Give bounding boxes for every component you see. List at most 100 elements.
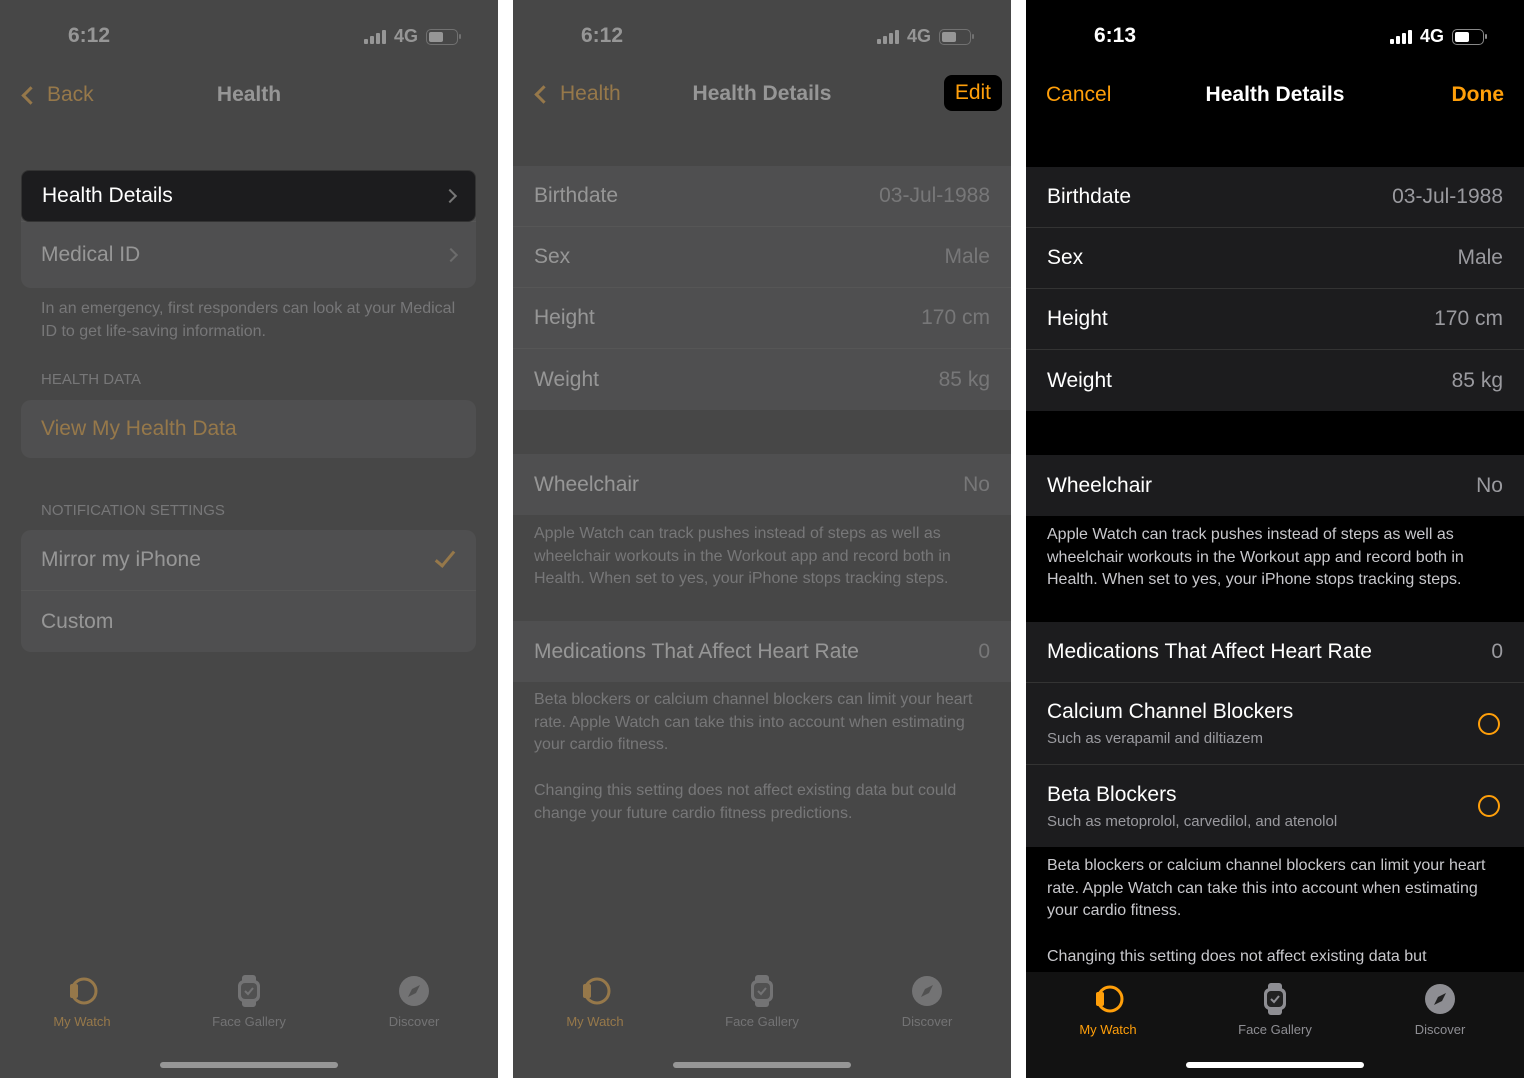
battery-icon xyxy=(426,28,461,45)
row-label: Birthdate xyxy=(1047,185,1132,208)
row-value: 85 kg xyxy=(1451,368,1503,392)
row-label: Wheelchair xyxy=(534,472,640,496)
watch-face-icon xyxy=(702,974,822,1008)
row-wheelchair[interactable]: Wheelchair No xyxy=(513,454,1011,515)
status-icons: 4G xyxy=(876,26,974,47)
notification-group: Mirror my iPhone Custom xyxy=(21,530,476,652)
medications-footer-note: Changing this setting does not affect ex… xyxy=(1047,948,1427,965)
details-group: Birthdate 03-Jul-1988 Sex Male Height 170 c… xyxy=(513,166,1011,410)
radio-circle-icon[interactable] xyxy=(1478,713,1500,735)
row-sex[interactable]: Sex Male xyxy=(1026,228,1524,289)
network-label: 4G xyxy=(1419,26,1444,46)
row-weight[interactable]: Weight 85 kg xyxy=(1026,350,1524,411)
tab-label: My Watch xyxy=(1079,1022,1137,1037)
option-mirror-iphone[interactable]: Mirror my iPhone xyxy=(21,530,476,591)
tab-label: Discover xyxy=(1414,1022,1466,1037)
row-label: Sex xyxy=(1047,246,1084,269)
signal-icon xyxy=(876,29,899,44)
status-icons: 4G xyxy=(1389,26,1487,47)
medications-group: Medications That Affect Heart Rate 0 xyxy=(513,621,1011,682)
row-height[interactable]: Height 170 cm xyxy=(513,288,1011,349)
watch-face-icon xyxy=(1215,982,1335,1016)
row-label: Medications That Affect Heart Rate xyxy=(534,639,859,663)
chevron-right-icon xyxy=(442,188,458,204)
row-birthdate[interactable]: Birthdate 03-Jul-1988 xyxy=(1026,167,1524,228)
nav-bar: Back Health xyxy=(0,76,498,116)
row-medications[interactable]: Medications That Affect Heart Rate 0 xyxy=(513,621,1011,682)
row-label: Weight xyxy=(534,367,599,391)
row-value: 0 xyxy=(978,639,990,663)
page-title: Health Details xyxy=(1205,83,1345,106)
row-medical-id[interactable]: Medical ID xyxy=(21,222,476,288)
section-header-notifications: NOTIFICATION SETTINGS xyxy=(41,502,225,519)
row-value: No xyxy=(1476,473,1503,497)
row-label: Medical ID xyxy=(41,243,141,266)
tab-my-watch[interactable]: My Watch xyxy=(1048,982,1168,1037)
row-weight[interactable]: Weight 85 kg xyxy=(513,349,1011,410)
battery-icon xyxy=(1452,28,1487,45)
screen-health-details: 6:12 4G Health Health Details Edit Birth… xyxy=(513,0,1011,1078)
tab-face-gallery[interactable]: Face Gallery xyxy=(189,974,309,1029)
network-label: 4G xyxy=(393,26,418,46)
row-label: Wheelchair xyxy=(1047,473,1153,497)
edit-button[interactable]: Edit xyxy=(943,75,1002,111)
compass-icon xyxy=(354,974,474,1008)
tab-face-gallery[interactable]: Face Gallery xyxy=(702,974,822,1029)
tab-my-watch[interactable]: My Watch xyxy=(535,974,655,1029)
tab-bar: My Watch Face Gallery Discover xyxy=(0,972,498,1078)
row-medications[interactable]: Medications That Affect Heart Rate 0 xyxy=(1026,622,1524,683)
tab-my-watch[interactable]: My Watch xyxy=(22,974,142,1029)
section-header-health-data: HEALTH DATA xyxy=(41,371,142,388)
compass-icon xyxy=(867,974,987,1008)
wheelchair-footer: Apple Watch can track pushes instead of … xyxy=(1047,526,1464,588)
medications-footer-note: Changing this setting does not affect ex… xyxy=(534,782,957,822)
page-title: Health xyxy=(216,83,282,106)
wheelchair-group: Wheelchair No xyxy=(1026,455,1524,516)
medications-group: Medications That Affect Heart Rate 0 Calc… xyxy=(1026,622,1524,847)
compass-icon xyxy=(1380,982,1500,1016)
tab-discover[interactable]: Discover xyxy=(354,974,474,1029)
tab-discover[interactable]: Discover xyxy=(1380,982,1500,1037)
tab-label: Discover xyxy=(901,1014,953,1029)
network-label: 4G xyxy=(906,26,931,46)
row-label: Height xyxy=(1047,307,1108,330)
row-value: No xyxy=(963,472,990,496)
row-value: 03-Jul-1988 xyxy=(879,184,990,207)
done-button[interactable]: Done xyxy=(1452,83,1505,107)
row-birthdate[interactable]: Birthdate 03-Jul-1988 xyxy=(513,166,1011,227)
tab-label: Face Gallery xyxy=(725,1014,799,1029)
row-value: Male xyxy=(944,245,990,268)
highlighted-health-details[interactable]: Health Details xyxy=(21,170,476,222)
row-label: Health Details xyxy=(42,184,173,207)
wheelchair-group: Wheelchair No xyxy=(513,454,1011,515)
tab-label: Face Gallery xyxy=(1238,1022,1312,1037)
home-indicator xyxy=(673,1062,851,1068)
medical-id-footer: In an emergency, first responders can lo… xyxy=(41,300,456,340)
details-group: Birthdate 03-Jul-1988 Sex Male Height 170 c… xyxy=(1026,167,1524,411)
watch-side-icon xyxy=(1048,982,1168,1016)
status-time: 6:13 xyxy=(1094,24,1137,47)
row-value: 85 kg xyxy=(938,367,990,391)
option-custom[interactable]: Custom xyxy=(21,591,476,652)
row-subtitle: Such as metoprolol, carvedilol, and aten… xyxy=(1047,812,1338,830)
row-wheelchair[interactable]: Wheelchair No xyxy=(1026,455,1524,516)
row-height[interactable]: Height 170 cm xyxy=(1026,289,1524,350)
tab-label: My Watch xyxy=(53,1014,111,1029)
row-sex[interactable]: Sex Male xyxy=(513,227,1011,288)
row-label: Beta Blockers xyxy=(1047,782,1177,806)
page-title: Health Details xyxy=(692,82,832,105)
view-health-data-button[interactable]: View My Health Data xyxy=(21,400,476,458)
tab-face-gallery[interactable]: Face Gallery xyxy=(1215,982,1335,1037)
radio-circle-icon[interactable] xyxy=(1478,795,1500,817)
signal-icon xyxy=(363,29,386,44)
row-label: Sex xyxy=(534,245,571,268)
tab-bar: My Watch Face Gallery Discover xyxy=(513,972,1011,1078)
tab-label: My Watch xyxy=(566,1014,624,1029)
medications-footer: Beta blockers or calcium channel blocker… xyxy=(1047,857,1486,919)
chevron-right-icon xyxy=(443,247,459,263)
option-calcium-channel-blockers[interactable]: Calcium Channel Blockers Such as verapami… xyxy=(1026,683,1524,765)
tab-discover[interactable]: Discover xyxy=(867,974,987,1029)
checkmark-icon xyxy=(434,546,456,568)
row-label: Mirror my iPhone xyxy=(41,548,201,571)
option-beta-blockers[interactable]: Beta Blockers Such as metoprolol, carvedi… xyxy=(1026,765,1524,847)
